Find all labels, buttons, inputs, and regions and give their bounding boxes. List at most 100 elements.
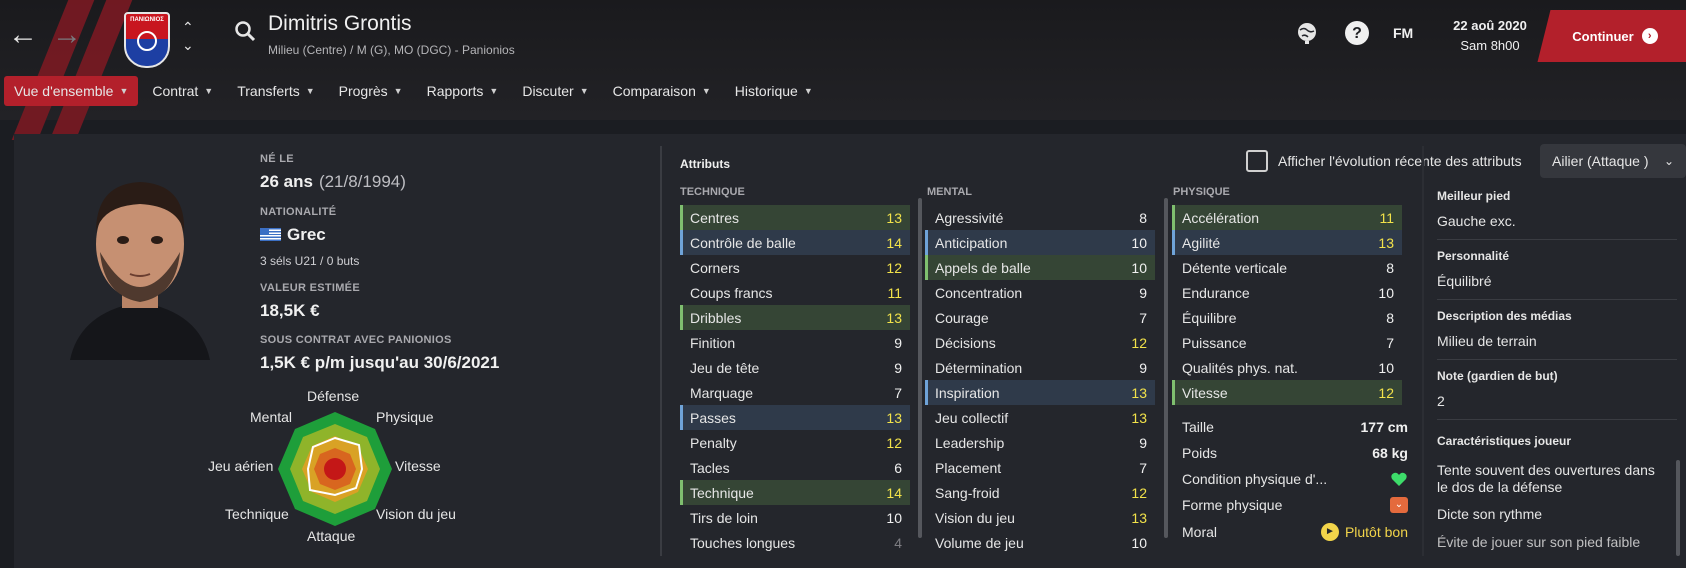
tab-overview[interactable]: Vue d'ensemble ▼ (4, 76, 139, 106)
attribute-value: 10 (1131, 234, 1147, 251)
scrollbar[interactable] (918, 198, 922, 538)
attribute-value: 13 (1131, 384, 1147, 401)
player-switch-arrows[interactable]: ⌃ ⌄ (182, 18, 194, 54)
mental-attribute-row[interactable]: Leadership 9 (925, 430, 1155, 455)
technique-attribute-row[interactable]: Passes 13 (680, 405, 910, 430)
radar-label-defense: Défense (307, 388, 360, 404)
technique-attribute-row[interactable]: Tirs de loin 10 (680, 505, 910, 530)
mental-attribute-row[interactable]: Concentration 9 (925, 280, 1155, 305)
tab-contract[interactable]: Contrat ▼ (142, 76, 223, 106)
role-select[interactable]: Ailier (Attaque ) ⌄ (1540, 144, 1686, 178)
trait-item[interactable]: Dicte son rythme (1437, 506, 1657, 523)
chevron-down-icon: ▼ (489, 86, 499, 96)
attribute-name: Penalty (690, 434, 737, 451)
attribute-value: 9 (894, 334, 902, 351)
mental-attribute-row[interactable]: Inspiration 13 (925, 380, 1155, 405)
scrollbar[interactable] (1676, 460, 1680, 556)
mental-attribute-row[interactable]: Appels de balle 10 (925, 255, 1155, 280)
continue-button[interactable]: Continuer › (1544, 10, 1686, 62)
trait-item[interactable]: Tente souvent des ouvertures dans le dos… (1437, 462, 1657, 496)
mental-attribute-row[interactable]: Agressivité 8 (925, 205, 1155, 230)
physique-attribute-row[interactable]: Accélération 11 (1172, 205, 1402, 230)
physique-attribute-row[interactable]: Endurance 10 (1172, 280, 1402, 305)
caps-value: 3 séls U21 / 0 buts (260, 254, 360, 268)
mental-attribute-row[interactable]: Volume de jeu 10 (925, 530, 1155, 555)
personality-value[interactable]: Équilibré (1437, 273, 1677, 290)
mental-attribute-row[interactable]: Courage 7 (925, 305, 1155, 330)
fm-icon[interactable]: FM (1393, 20, 1425, 46)
technique-attribute-row[interactable]: Tacles 6 (680, 455, 910, 480)
nationality-value[interactable]: Grec (260, 225, 326, 245)
chevron-down-icon: ▼ (119, 86, 129, 96)
tab-transfers[interactable]: Transferts ▼ (227, 76, 324, 106)
attribute-name: Passes (690, 409, 736, 426)
attribute-name: Appels de balle (935, 259, 1031, 276)
mental-attribute-row[interactable]: Détermination 9 (925, 355, 1155, 380)
physique-attribute-row[interactable]: Qualités phys. nat. 10 (1172, 355, 1402, 380)
club-badge[interactable]: ΠΑΝΙΩΝΙΟΣ (124, 12, 170, 68)
physique-attribute-row[interactable]: Agilité 13 (1172, 230, 1402, 255)
chevron-down-icon[interactable]: ⌄ (182, 36, 194, 54)
evolution-toggle[interactable]: Afficher l'évolution récente des attribu… (1246, 150, 1522, 172)
search-icon[interactable] (234, 20, 256, 42)
player-name[interactable]: Dimitris Grontis (268, 12, 412, 36)
mental-attribute-row[interactable]: Anticipation 10 (925, 230, 1155, 255)
help-icon[interactable]: ? (1344, 20, 1370, 46)
technique-attribute-row[interactable]: Dribbles 13 (680, 305, 910, 330)
tab-discuss[interactable]: Discuter ▼ (512, 76, 598, 106)
technique-attribute-row[interactable]: Penalty 12 (680, 430, 910, 455)
attribute-value: 12 (1131, 334, 1147, 351)
form-row: Forme physique ⌄ (1182, 492, 1408, 517)
mental-attribute-row[interactable]: Décisions 12 (925, 330, 1155, 355)
mental-attribute-row[interactable]: Vision du jeu 13 (925, 505, 1155, 530)
back-arrow-icon[interactable]: ← (8, 20, 38, 50)
attribute-value: 4 (894, 534, 902, 551)
attribute-value: 13 (886, 309, 902, 326)
physique-attribute-row[interactable]: Détente verticale 8 (1172, 255, 1402, 280)
technique-attribute-row[interactable]: Coups francs 11 (680, 280, 910, 305)
mental-attribute-row[interactable]: Jeu collectif 13 (925, 405, 1155, 430)
foot-value: Gauche exc. (1437, 213, 1516, 229)
technique-attribute-row[interactable]: Marquage 7 (680, 380, 910, 405)
scrollbar[interactable] (1164, 198, 1168, 538)
tab-progress[interactable]: Progrès ▼ (329, 76, 413, 106)
morale-row[interactable]: Moral ► Plutôt bon (1182, 519, 1408, 544)
chevron-up-icon[interactable]: ⌃ (182, 18, 194, 36)
gk-value: 2 (1437, 393, 1445, 409)
tab-reports[interactable]: Rapports ▼ (417, 76, 509, 106)
attribute-value: 12 (886, 434, 902, 451)
heart-icon (1391, 472, 1407, 486)
tab-history[interactable]: Historique ▼ (725, 76, 823, 106)
physique-attribute-row[interactable]: Vitesse 12 (1172, 380, 1402, 405)
globe-icon[interactable] (1294, 20, 1320, 46)
attribute-value: 9 (1139, 359, 1147, 376)
mental-attribute-row[interactable]: Sang-froid 12 (925, 480, 1155, 505)
technique-attribute-row[interactable]: Touches longues 4 (680, 530, 910, 555)
attribute-value: 14 (886, 484, 902, 501)
svg-text:?: ? (1352, 25, 1362, 42)
chevron-down-icon: ▼ (579, 86, 589, 96)
trait-item[interactable]: Évite de jouer sur son pied faible (1437, 534, 1657, 551)
greece-flag-icon (260, 228, 281, 241)
media-value[interactable]: Milieu de terrain (1437, 333, 1677, 350)
technique-attribute-row[interactable]: Technique 14 (680, 480, 910, 505)
attribute-value: 10 (1131, 534, 1147, 551)
technique-attribute-row[interactable]: Contrôle de balle 14 (680, 230, 910, 255)
mental-attribute-row[interactable]: Placement 7 (925, 455, 1155, 480)
technique-attribute-row[interactable]: Corners 12 (680, 255, 910, 280)
tab-comparison[interactable]: Comparaison ▼ (603, 76, 721, 106)
attribute-name: Finition (690, 334, 736, 351)
physique-attribute-row[interactable]: Équilibre 8 (1172, 305, 1402, 330)
forward-arrow-icon[interactable]: → (52, 20, 82, 50)
checkbox[interactable] (1246, 150, 1268, 172)
technique-attribute-row[interactable]: Finition 9 (680, 330, 910, 355)
value-label: VALEUR ESTIMÉE (260, 282, 360, 294)
physique-attribute-row[interactable]: Puissance 7 (1172, 330, 1402, 355)
technique-attribute-row[interactable]: Jeu de tête 9 (680, 355, 910, 380)
attribute-value: 11 (887, 284, 902, 301)
attribute-value: 11 (1379, 209, 1394, 226)
attribute-name: Concentration (935, 284, 1023, 301)
radar-label-vision: Vision du jeu (376, 506, 456, 522)
attribute-name: Anticipation (935, 234, 1008, 251)
technique-attribute-row[interactable]: Centres 13 (680, 205, 910, 230)
